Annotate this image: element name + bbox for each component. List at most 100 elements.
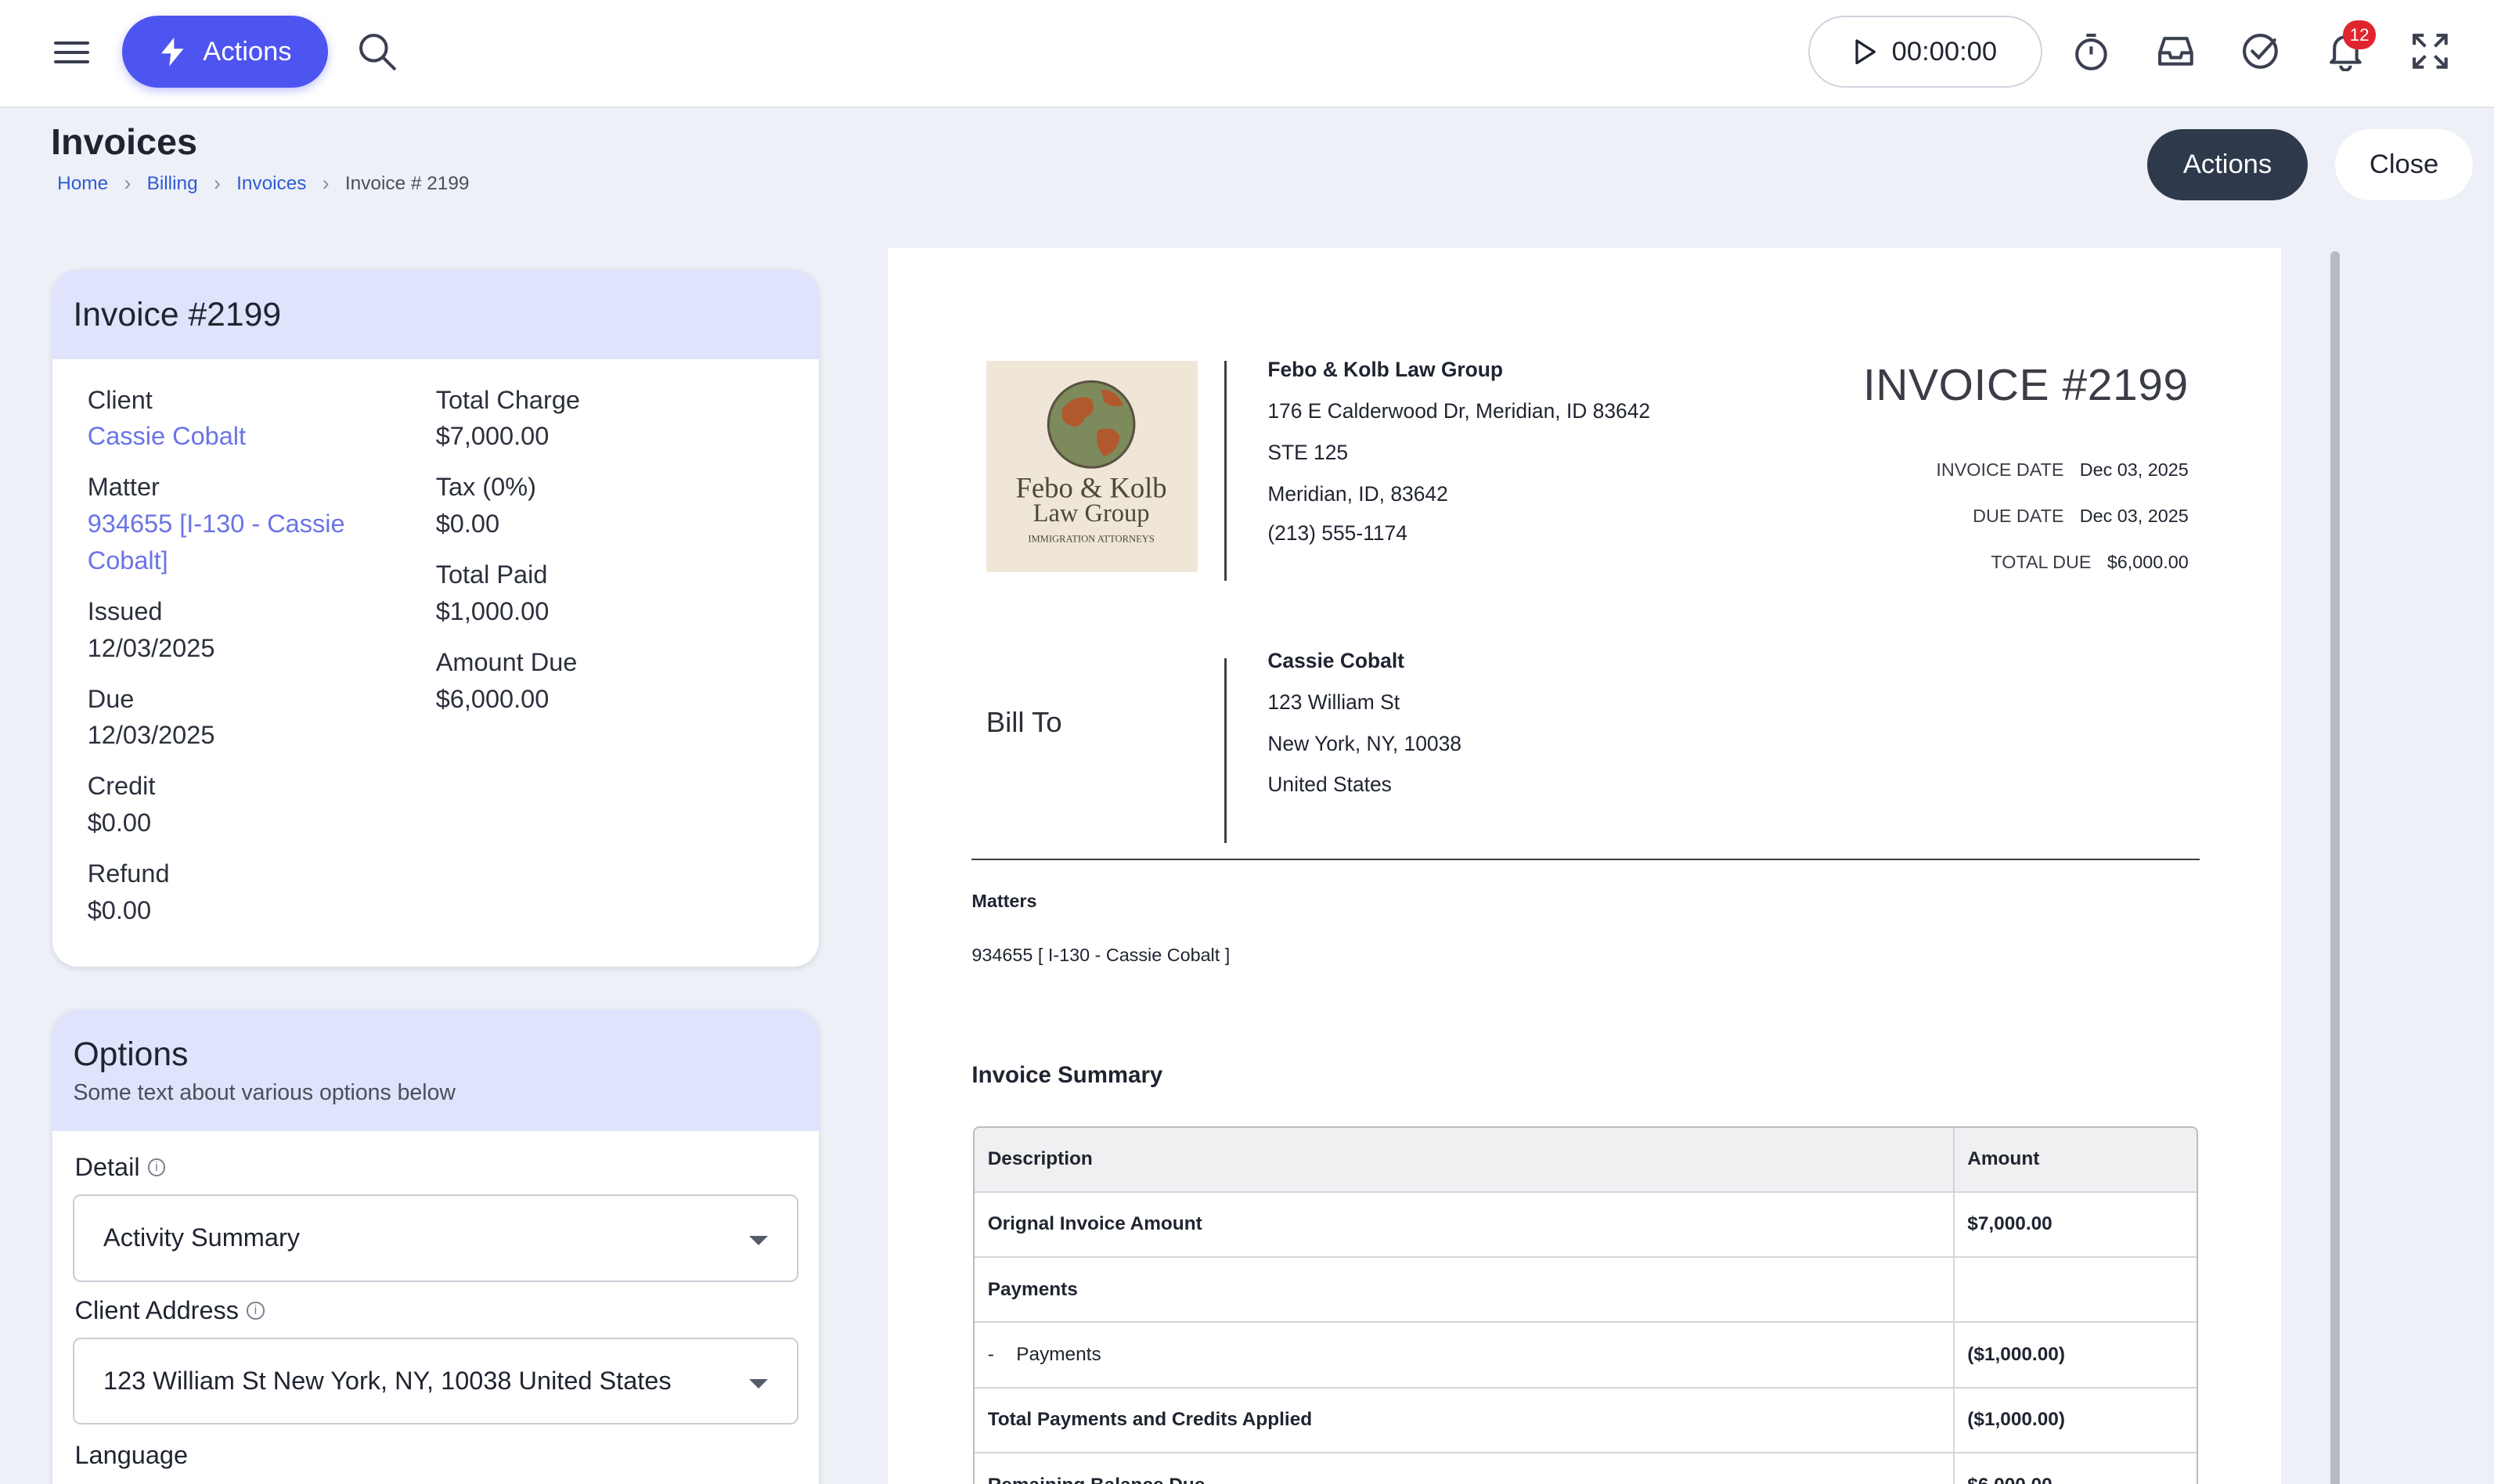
table-row: Orignal Invoice Amount $7,000.00 [975, 1192, 2197, 1259]
field-value: $1,000.00 [435, 596, 550, 625]
field-label: Issued [87, 596, 163, 625]
inbox-icon[interactable] [2155, 31, 2197, 72]
field-label: Total Paid [435, 560, 548, 589]
row-description: Orignal Invoice Amount [975, 1192, 1955, 1257]
field-label: Total Charge [435, 385, 580, 414]
options-subtitle: Some text about various options below [73, 1079, 456, 1105]
total-due-value: $6,000.00 [2107, 552, 2189, 573]
field-label: Client [87, 385, 153, 414]
field-value: 12/03/2025 [87, 721, 215, 750]
bill-to-address-line: United States [1267, 773, 1392, 797]
field-label: Matter [87, 473, 160, 502]
invoice-summary-card: Invoice #2199 Client Cassie Cobalt Matte… [52, 270, 820, 967]
invoice-preview: Febo & Kolb Law Group IMMIGRATION ATTORN… [887, 247, 2281, 1484]
invoice-date-row: INVOICE DATE Dec 03, 2025 [1936, 459, 2188, 481]
language-label-text: Language [74, 1440, 189, 1469]
column-header-amount: Amount [1967, 1148, 2040, 1170]
breadcrumb-billing[interactable]: Billing [147, 173, 198, 195]
breadcrumb-invoices[interactable]: Invoices [236, 173, 306, 195]
row-amount: ($1,000.00) [1967, 1344, 2065, 1366]
field-label: Amount Due [435, 647, 578, 676]
field-value: $7,000.00 [435, 422, 550, 451]
timer-button[interactable]: 00:00:00 [1808, 16, 2042, 88]
row-dash: - [987, 1344, 994, 1366]
due-date-value: Dec 03, 2025 [2079, 506, 2189, 527]
tax-field: Tax (0%) $0.00 [436, 469, 786, 542]
credit-field: Credit $0.00 [88, 768, 405, 841]
field-value: $0.00 [87, 809, 152, 837]
row-description: Payments [975, 1258, 1955, 1322]
row-description: Remaining Balance Due [975, 1453, 1955, 1484]
task-check-icon[interactable] [2240, 31, 2281, 72]
chevron-right-icon: › [213, 171, 221, 196]
row-description: Total Payments and Credits Applied [975, 1388, 1955, 1452]
client-address-label: Client Address i [74, 1295, 265, 1325]
firm-address-line: 176 E Calderwood Dr, Meridian, ID 83642 [1267, 398, 1651, 423]
detail-label-text: Detail [74, 1153, 140, 1182]
firm-name: Febo & Kolb Law Group [1267, 358, 1504, 382]
total-paid-field: Total Paid $1,000.00 [436, 556, 786, 629]
firm-phone: (213) 555-1174 [1267, 521, 1407, 546]
svg-text:Law Group: Law Group [1033, 499, 1149, 528]
table-header-row: Description Amount [975, 1127, 2197, 1193]
scrollbar[interactable] [2330, 251, 2340, 1484]
field-value: $0.00 [87, 895, 152, 924]
timer-value: 00:00:00 [1891, 36, 1998, 67]
quick-actions-label: Actions [203, 36, 292, 67]
actions-button[interactable]: Actions [2146, 128, 2308, 200]
client-address-select[interactable]: 123 William St New York, NY, 10038 Unite… [73, 1337, 798, 1425]
matter-field: Matter 934655 [I-130 - Cassie Cobalt] [88, 469, 405, 578]
firm-logo: Febo & Kolb Law Group IMMIGRATION ATTORN… [986, 361, 1198, 573]
invoice-summary-title: Invoice Summary [971, 1062, 1163, 1089]
field-label: Credit [87, 772, 156, 801]
search-icon[interactable] [356, 31, 398, 72]
row-amount: ($1,000.00) [1967, 1409, 2065, 1431]
quick-actions-button[interactable]: Actions [122, 16, 328, 88]
due-date-row: DUE DATE Dec 03, 2025 [1973, 506, 2189, 527]
info-icon[interactable]: i [147, 1158, 166, 1176]
field-value: $0.00 [435, 510, 500, 538]
info-icon[interactable]: i [247, 1302, 265, 1320]
breadcrumb-current: Invoice # 2199 [344, 172, 470, 194]
play-icon [1855, 39, 1876, 64]
table-row: Remaining Balance Due $6,000.00 [975, 1453, 2196, 1484]
invoice-date-value: Dec 03, 2025 [2079, 459, 2189, 481]
matters-value: 934655 [ I-130 - Cassie Cobalt ] [971, 944, 1231, 965]
column-header-description: Description [975, 1127, 1955, 1191]
matter-link[interactable]: 934655 [I-130 - Cassie Cobalt] [88, 506, 405, 578]
chevron-right-icon: › [322, 171, 330, 196]
language-label: Language [74, 1441, 188, 1470]
client-link[interactable]: Cassie Cobalt [88, 418, 405, 455]
row-description-text: Payments [1016, 1344, 1101, 1366]
field-label: Tax (0%) [435, 473, 536, 502]
total-due-row: TOTAL DUE $6,000.00 [1991, 552, 2188, 573]
total-due-label: TOTAL DUE [1991, 552, 2092, 573]
notification-badge: 12 [2342, 20, 2377, 49]
menu-icon[interactable] [54, 35, 89, 67]
divider [1224, 361, 1227, 581]
options-header: Options Some text about various options … [52, 1010, 820, 1131]
divider [1224, 658, 1227, 843]
amount-due-field: Amount Due $6,000.00 [436, 644, 786, 717]
refund-field: Refund $0.00 [88, 855, 405, 928]
summary-left-column: Client Cassie Cobalt Matter 934655 [I-13… [88, 382, 405, 943]
svg-text:IMMIGRATION ATTORNEYS: IMMIGRATION ATTORNEYS [1028, 534, 1155, 545]
summary-right-column: Total Charge $7,000.00 Tax (0%) $0.00 To… [436, 382, 786, 732]
client-address-label-text: Client Address [74, 1295, 240, 1324]
due-date-label: DUE DATE [1973, 506, 2064, 527]
field-label: Due [87, 684, 135, 713]
issued-field: Issued 12/03/2025 [88, 593, 405, 666]
chevron-right-icon: › [124, 171, 132, 196]
breadcrumb-home[interactable]: Home [57, 173, 108, 195]
firm-address-line: Meridian, ID, 83642 [1267, 481, 1448, 506]
detail-select[interactable]: Activity Summary [73, 1194, 798, 1282]
table-row: Total Payments and Credits Applied ($1,0… [975, 1388, 2197, 1453]
options-card: Options Some text about various options … [52, 1010, 820, 1484]
due-field: Due 12/03/2025 [88, 681, 405, 754]
top-bar: Actions 00:00:00 12 [0, 0, 2494, 109]
stopwatch-icon[interactable] [2071, 31, 2112, 72]
close-button[interactable]: Close [2334, 128, 2474, 200]
fullscreen-icon[interactable] [2409, 31, 2451, 72]
table-row: Payments [975, 1258, 2197, 1324]
table-row: - Payments ($1,000.00) [975, 1323, 2197, 1389]
